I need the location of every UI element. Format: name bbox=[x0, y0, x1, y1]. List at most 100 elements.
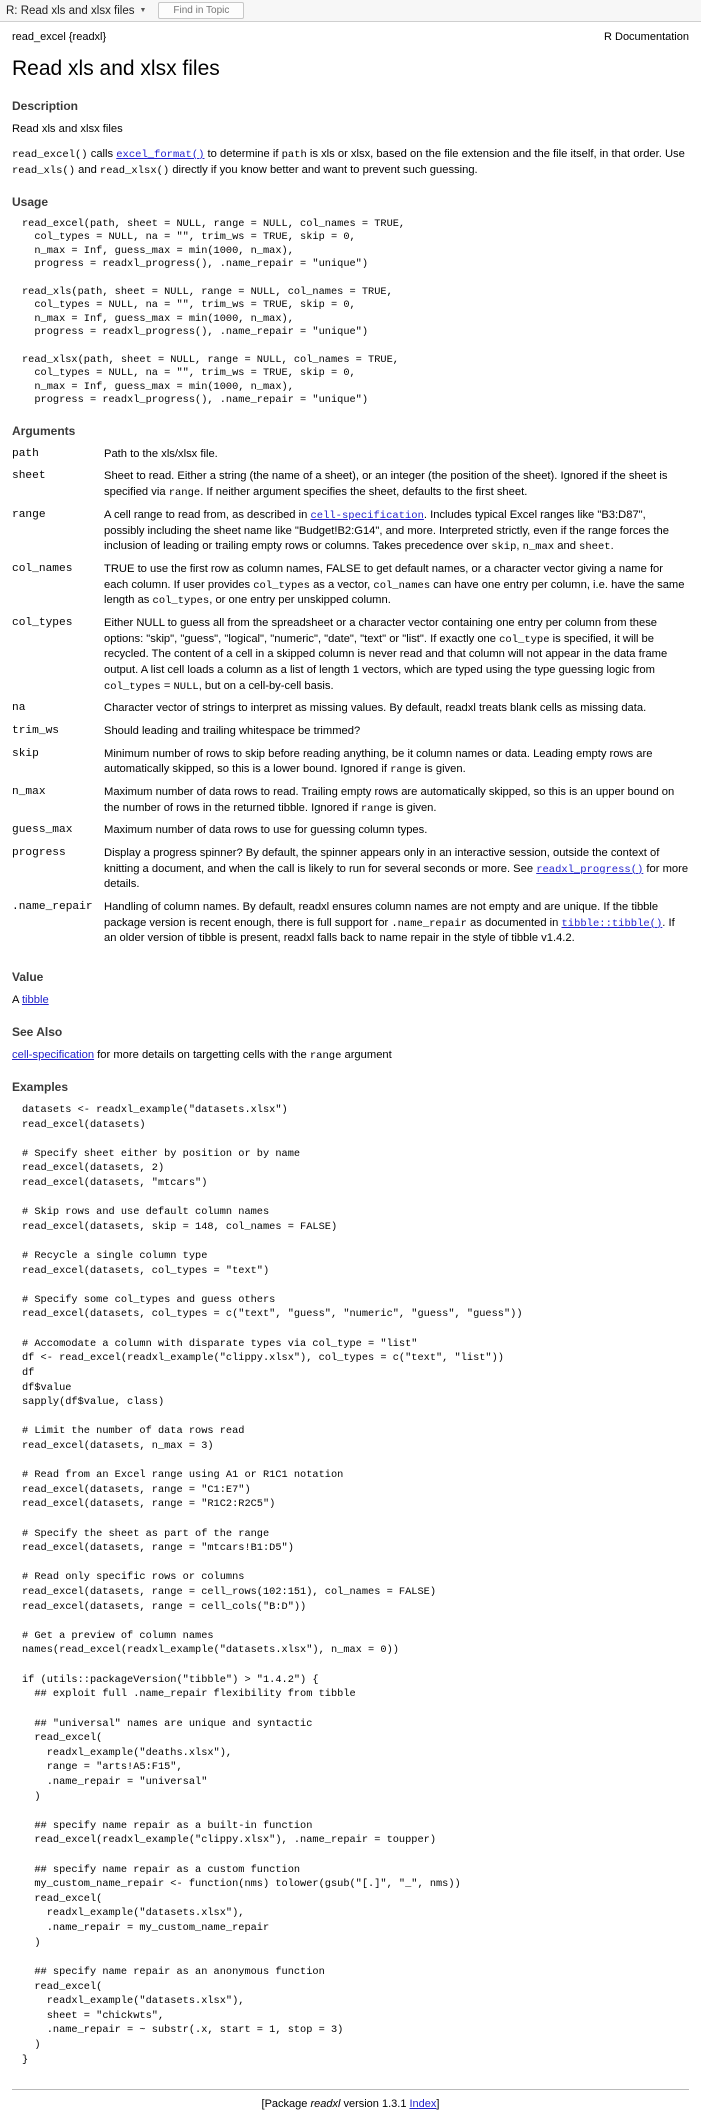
inline-text: as documented in bbox=[466, 916, 562, 929]
arguments-row: .name_repair Handling of column names. By… bbox=[12, 900, 689, 954]
argument-name: .name_repair bbox=[12, 901, 93, 914]
argument-description: Should leading and trailing whitespace b… bbox=[104, 724, 689, 747]
inline-code: col_type bbox=[499, 633, 550, 646]
argument-name: col_names bbox=[12, 562, 73, 575]
window-title: R: Read xls and xlsx files bbox=[6, 4, 135, 17]
argument-description: Display a progress spinner? By default, … bbox=[104, 846, 689, 900]
inline-link[interactable]: cell-specification bbox=[310, 510, 423, 522]
inline-text: , or one entry per unskipped column. bbox=[209, 594, 391, 607]
inline-text: , but on a cell-by-cell basis. bbox=[198, 679, 334, 692]
doc-type-label: R Documentation bbox=[604, 31, 689, 43]
link-tibble[interactable]: tibble bbox=[22, 994, 49, 1006]
argument-name: trim_ws bbox=[12, 725, 59, 737]
inline-code: range bbox=[168, 487, 201, 500]
inline-link[interactable]: tibble::tibble() bbox=[561, 918, 662, 930]
link-excel-format[interactable]: excel_format() bbox=[116, 149, 204, 161]
footer-divider bbox=[12, 2089, 689, 2091]
document-body: read_excel {readxl} R Documentation Read… bbox=[0, 22, 701, 2120]
code-read-excel: read_excel() bbox=[12, 148, 88, 161]
help-viewer-toolbar: R: Read xls and xlsx files ▼ Find in Top… bbox=[0, 0, 701, 22]
arguments-row: col_names TRUE to use the first row as co… bbox=[12, 562, 689, 616]
examples-code-block: datasets <- readxl_example("datasets.xls… bbox=[22, 1103, 523, 2066]
inline-code: col_types bbox=[253, 579, 310, 592]
inline-text: Should leading and trailing whitespace b… bbox=[104, 725, 361, 737]
code-range: range bbox=[309, 1050, 342, 1063]
inline-text: A cell range to read from, as described … bbox=[104, 508, 311, 521]
inline-code: col_types bbox=[104, 680, 161, 693]
desc-text-f: directly if you know better and want to … bbox=[169, 163, 478, 176]
arguments-row: progress Display a progress spinner? By d… bbox=[12, 846, 689, 900]
argument-description: Character vector of strings to interpret… bbox=[104, 701, 689, 724]
arguments-table-body: path Path to the xls/xlsx file. sheet Sheet… bbox=[12, 447, 689, 954]
inline-code: skip bbox=[491, 541, 517, 554]
topic-header: read_excel {readxl} R Documentation bbox=[12, 31, 689, 43]
usage-code-block: read_excel(path, sheet = NULL, range = N… bbox=[22, 217, 406, 407]
footer-close: ] bbox=[436, 2098, 440, 2111]
code-read-xls: read_xls() bbox=[12, 164, 76, 177]
value-paragraph: A tibble bbox=[12, 993, 689, 1009]
inline-text: Maximum number of data rows to use for g… bbox=[104, 824, 428, 837]
argument-description: Sheet to read. Either a string (the name… bbox=[104, 469, 689, 507]
page-title: Read xls and xlsx files bbox=[12, 57, 220, 80]
link-cell-specification[interactable]: cell-specification bbox=[12, 1049, 94, 1061]
arguments-row: trim_ws Should leading and trailing white… bbox=[12, 724, 689, 747]
footer: [Package readxl version 1.3.1 Index] bbox=[12, 2098, 689, 2120]
arguments-row: sheet Sheet to read. Either a string (the… bbox=[12, 469, 689, 507]
inline-text: Minimum number of rows to skip before re… bbox=[104, 747, 653, 776]
section-heading-examples: Examples bbox=[12, 1079, 69, 1094]
footer-version: version 1.3.1 bbox=[340, 2098, 410, 2111]
argument-description: Maximum number of data rows to use for g… bbox=[104, 823, 689, 846]
inline-code: sheet bbox=[579, 541, 611, 554]
desc-text-b: calls bbox=[87, 147, 117, 160]
inline-code: range bbox=[360, 802, 393, 815]
inline-code: .name_repair bbox=[391, 917, 467, 930]
desc-text-e: and bbox=[75, 163, 100, 176]
inline-code: col_names bbox=[373, 579, 431, 592]
argument-name: na bbox=[12, 702, 26, 715]
see-also-paragraph: cell-specification for more details on t… bbox=[12, 1048, 689, 1064]
argument-description: Handling of column names. By default, re… bbox=[104, 900, 689, 954]
argument-description: Either NULL to guess all from the spread… bbox=[104, 616, 689, 701]
inline-text: = bbox=[160, 679, 174, 692]
argument-name: path bbox=[12, 447, 39, 460]
argument-description: Path to the xls/xlsx file. bbox=[104, 447, 689, 470]
inline-code: col_types bbox=[152, 595, 210, 608]
see-also-suffix: argument bbox=[341, 1049, 392, 1062]
link-index[interactable]: Index bbox=[410, 2098, 437, 2110]
section-heading-see-also: See Also bbox=[12, 1025, 63, 1040]
inline-code: range bbox=[390, 764, 422, 777]
section-heading-usage: Usage bbox=[12, 194, 49, 209]
arguments-row: col_types Either NULL to guess all from t… bbox=[12, 616, 689, 701]
inline-text: is given. bbox=[392, 801, 437, 814]
argument-name: progress bbox=[12, 847, 66, 860]
arguments-row: guess_max Maximum number of data rows to … bbox=[12, 823, 689, 846]
arguments-row: na Character vector of strings to interpr… bbox=[12, 701, 689, 724]
inline-text: and bbox=[554, 540, 580, 553]
argument-description: Minimum number of rows to skip before re… bbox=[104, 747, 689, 785]
argument-name: guess_max bbox=[12, 824, 73, 837]
inline-text: as a vector, bbox=[309, 578, 374, 591]
desc-text-d: is xls or xlsx, based on the file extens… bbox=[306, 147, 685, 160]
argument-name: sheet bbox=[12, 470, 46, 483]
find-in-topic-button[interactable]: Find in Topic bbox=[158, 2, 245, 19]
description-paragraph-1: Read xls and xlsx files bbox=[12, 123, 123, 135]
see-also-mid: for more details on targetting cells wit… bbox=[94, 1049, 310, 1062]
arguments-row: path Path to the xls/xlsx file. bbox=[12, 447, 689, 470]
arguments-row: range A cell range to read from, as descr… bbox=[12, 508, 689, 562]
chevron-down-icon[interactable]: ▼ bbox=[139, 7, 146, 14]
code-path: path bbox=[281, 148, 307, 161]
inline-text: . If neither argument specifies the shee… bbox=[200, 486, 528, 499]
inline-code: n_max bbox=[522, 541, 555, 554]
desc-text-c: to determine if bbox=[204, 147, 282, 160]
inline-text: is given. bbox=[421, 763, 466, 776]
argument-description: TRUE to use the first row as column name… bbox=[104, 562, 689, 616]
value-prefix: A bbox=[12, 994, 22, 1007]
argument-name: range bbox=[12, 508, 46, 521]
arguments-row: skip Minimum number of rows to skip befor… bbox=[12, 747, 689, 785]
inline-text: . bbox=[610, 540, 614, 553]
inline-link[interactable]: readxl_progress() bbox=[536, 864, 643, 876]
inline-code: NULL bbox=[173, 680, 199, 693]
argument-name: n_max bbox=[12, 786, 46, 799]
section-heading-description: Description bbox=[12, 99, 79, 113]
arguments-table: path Path to the xls/xlsx file. sheet Sheet… bbox=[12, 447, 689, 954]
